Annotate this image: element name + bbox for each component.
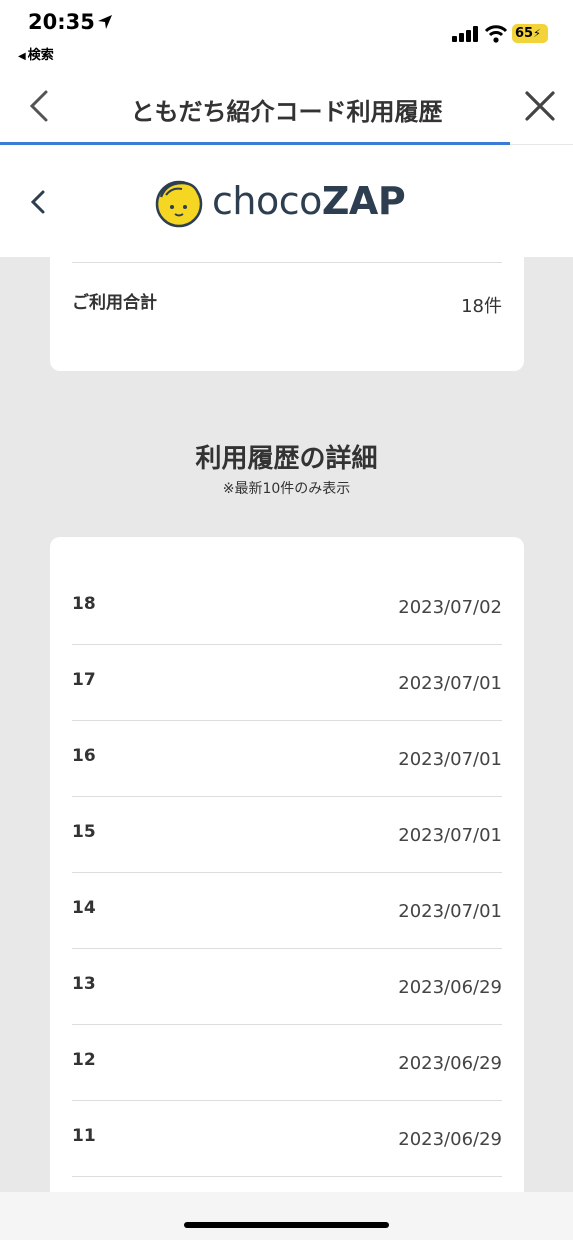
status-bar: 20:35 ◀ 検索 65⚡ xyxy=(0,0,573,66)
total-usage-value: 18件 xyxy=(461,296,502,317)
divider xyxy=(72,262,502,263)
wifi-icon xyxy=(484,25,508,43)
history-section-note: ※最新10件のみ表示 xyxy=(222,481,351,497)
history-row: 13 2023/06/29 xyxy=(72,949,502,1025)
history-row-number: 17 xyxy=(72,670,96,690)
bottom-toolbar xyxy=(0,1192,573,1240)
history-row-number: 16 xyxy=(72,746,96,766)
history-row: 11 2023/06/29 xyxy=(72,1101,502,1177)
webview-header: ともだち紹介コード利用履歴 xyxy=(0,66,573,144)
history-row-number: 12 xyxy=(72,1050,96,1070)
history-card: 18 2023/07/02 17 2023/07/01 16 2023/07/0… xyxy=(50,537,524,1237)
battery-level: 65 xyxy=(515,26,534,41)
history-row: 14 2023/07/01 xyxy=(72,873,502,949)
history-row-number: 14 xyxy=(72,898,96,918)
history-row-number: 13 xyxy=(72,974,96,994)
logo-prefix: choco xyxy=(212,179,322,223)
back-triangle-icon: ◀ xyxy=(18,51,26,62)
history-row: 16 2023/07/01 xyxy=(72,721,502,797)
history-row-date: 2023/06/29 xyxy=(398,1053,502,1074)
summary-card: ご利用合計 18件 xyxy=(50,230,524,371)
history-row-date: 2023/07/01 xyxy=(398,901,502,922)
history-row: 17 2023/07/01 xyxy=(72,645,502,721)
history-row-date: 2023/06/29 xyxy=(398,977,502,998)
status-time: 20:35 xyxy=(28,10,95,34)
logo-wordmark: chocoZAP xyxy=(212,179,406,223)
history-row: 15 2023/07/01 xyxy=(72,797,502,873)
cellular-signal-icon xyxy=(452,26,478,42)
battery-charging-icon: 65⚡ xyxy=(512,24,548,43)
back-to-app-link[interactable]: ◀ 検索 xyxy=(18,44,54,63)
logo-suffix: ZAP xyxy=(321,179,406,223)
history-row-date: 2023/07/01 xyxy=(398,673,502,694)
history-row-number: 11 xyxy=(72,1126,96,1146)
history-row: 12 2023/06/29 xyxy=(72,1025,502,1101)
history-row-date: 2023/07/02 xyxy=(398,597,502,618)
back-to-app-label: 検索 xyxy=(27,48,54,63)
history-section-title: 利用履歴の詳細 xyxy=(195,444,378,474)
chevron-left-icon[interactable] xyxy=(28,187,48,217)
chocozap-mascot-icon xyxy=(155,180,203,228)
history-row-number: 18 xyxy=(72,594,96,614)
chocozap-logo: chocoZAP xyxy=(152,175,422,229)
history-row-date: 2023/07/01 xyxy=(398,825,502,846)
history-row: 18 2023/07/02 xyxy=(72,569,502,645)
history-row-number: 15 xyxy=(72,822,96,842)
page-title: ともだち紹介コード利用履歴 xyxy=(130,98,443,126)
total-usage-label: ご利用合計 xyxy=(72,293,157,313)
history-row-date: 2023/07/01 xyxy=(398,749,502,770)
location-arrow-icon xyxy=(98,15,112,29)
home-indicator[interactable] xyxy=(184,1222,389,1228)
close-icon[interactable] xyxy=(522,88,558,124)
history-row-date: 2023/06/29 xyxy=(398,1129,502,1150)
